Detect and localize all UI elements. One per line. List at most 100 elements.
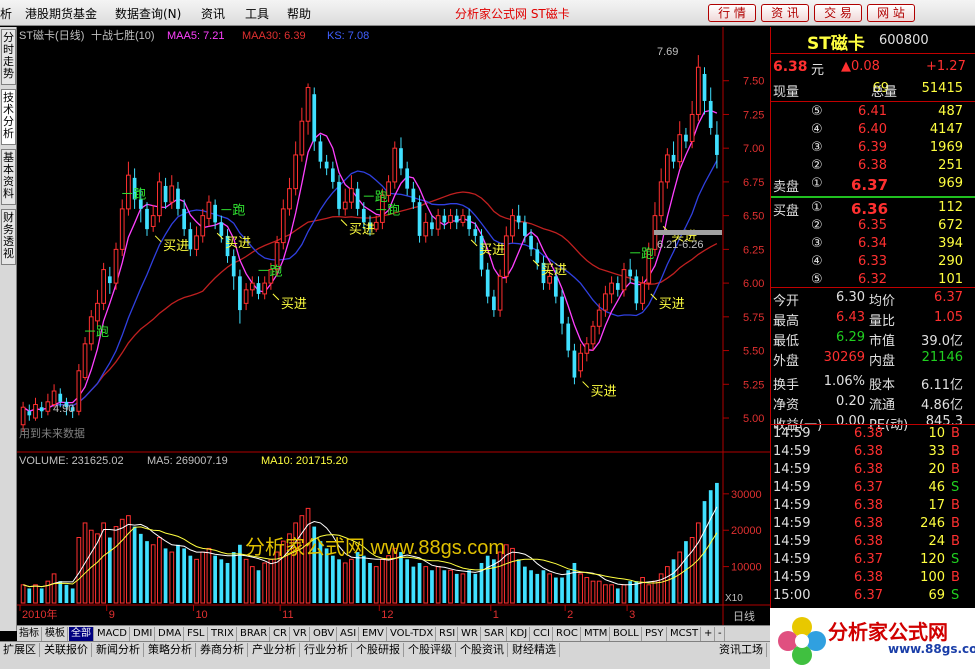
tick-row[interactable]: 14:59 6.38 10 B xyxy=(771,426,969,444)
quote-button[interactable]: 行 情 xyxy=(708,4,756,22)
stat-row[interactable]: 最高 6.43 量比 1.05 xyxy=(771,310,969,329)
indicator-tab[interactable]: SAR xyxy=(482,627,508,641)
indicator-tab[interactable]: ASI xyxy=(338,627,360,641)
bottom-tab[interactable]: 个股评级 xyxy=(405,643,456,657)
bid-row[interactable]: ③ 6.34 394 xyxy=(771,236,969,254)
candle-body xyxy=(337,181,341,209)
indicator-tab[interactable]: 模板 xyxy=(43,627,68,641)
run-signal-label: 跑 xyxy=(133,186,146,201)
indicator-tab[interactable]: 指标 xyxy=(17,627,42,641)
ask-price: 6.41 xyxy=(858,104,887,119)
tick-price: 6.38 xyxy=(854,462,883,477)
indicator-tab[interactable]: BRAR xyxy=(238,627,271,641)
bottom-tab[interactable]: 扩展区 xyxy=(0,643,40,657)
indicator-tab[interactable]: VOL-TDX xyxy=(388,627,437,641)
indicator-tab[interactable]: KDJ xyxy=(508,627,531,641)
indicator-tab[interactable]: DMA xyxy=(156,627,185,641)
bottom-tab[interactable]: 新闻分析 xyxy=(93,643,144,657)
volume-bar xyxy=(268,558,274,604)
indicator-tab[interactable]: CR xyxy=(271,627,290,641)
indicator-tab[interactable]: PSY xyxy=(643,627,667,641)
ask-label-row: 卖盘 xyxy=(771,176,969,195)
volume-bar xyxy=(603,584,608,604)
indicator-tab[interactable]: MCST xyxy=(668,627,702,641)
ask-row[interactable]: ④ 6.40 4147 xyxy=(771,122,969,140)
volume-bar xyxy=(473,573,478,603)
candle-body xyxy=(39,407,44,412)
ask-row[interactable]: ② 6.38 251 xyxy=(771,158,969,176)
stat-row[interactable]: 换手 1.06% 股本 6.11亿 xyxy=(771,374,969,393)
volume-bar xyxy=(492,559,496,603)
candle-body xyxy=(33,404,38,419)
tab-technical[interactable]: 技术分析 xyxy=(1,89,16,145)
bottom-tab[interactable]: 行业分析 xyxy=(301,643,352,657)
indicator-tab[interactable]: + xyxy=(702,627,716,641)
tick-row[interactable]: 14:59 6.38 17 B xyxy=(771,498,969,516)
bottom-tab[interactable]: 券商分析 xyxy=(197,643,248,657)
menu-item-data-query[interactable]: 数据查询(N) xyxy=(115,5,181,22)
tick-volume: 120 xyxy=(920,552,945,567)
tab-intraday[interactable]: 分时走势 xyxy=(1,29,16,85)
tick-row[interactable]: 14:59 6.37 46 S xyxy=(771,480,969,498)
bottom-tab[interactable]: 资讯工场 xyxy=(716,643,767,657)
tick-row[interactable]: 14:59 6.38 33 B xyxy=(771,444,969,462)
indicator-tab[interactable]: BOLL xyxy=(611,627,642,641)
bottom-tab[interactable]: 关联报价 xyxy=(41,643,92,657)
ask-row[interactable]: ⑤ 6.41 487 xyxy=(771,104,969,122)
menu-item-tools[interactable]: 工具 xyxy=(245,5,269,22)
candle-body xyxy=(664,154,670,183)
bottom-tab[interactable]: 产业分析 xyxy=(249,643,300,657)
indicator-tab[interactable]: 全部 xyxy=(69,627,94,641)
candle-body xyxy=(349,188,354,203)
indicator-tab[interactable]: MACD xyxy=(95,627,130,641)
news-button[interactable]: 资 讯 xyxy=(761,4,809,22)
range-bar xyxy=(654,230,722,235)
stat-row[interactable]: 今开 6.30 均价 6.37 xyxy=(771,290,969,309)
menu-item-analysis[interactable]: 析 xyxy=(0,5,12,22)
period-label[interactable]: 日线 xyxy=(733,609,755,623)
bottom-tab[interactable]: 个股研报 xyxy=(353,643,404,657)
website-button[interactable]: 网 站 xyxy=(867,4,915,22)
stat-row[interactable]: 最低 6.29 市值 39.0亿 xyxy=(771,330,969,349)
tab-fundamentals[interactable]: 基本资料 xyxy=(1,149,16,205)
ask-row[interactable]: ③ 6.39 1969 xyxy=(771,140,969,158)
indicator-tab[interactable]: VR xyxy=(291,627,310,641)
bottom-tab[interactable]: 财经精选 xyxy=(509,643,560,657)
tick-row[interactable]: 14:59 6.38 24 B xyxy=(771,534,969,552)
indicator-tab[interactable]: WR xyxy=(459,627,481,641)
candle-body xyxy=(628,269,633,277)
menu-item-news[interactable]: 资讯 xyxy=(201,5,225,22)
tick-row[interactable]: 14:59 6.37 120 S xyxy=(771,552,969,570)
bottom-tab[interactable]: 个股资讯 xyxy=(457,643,508,657)
tick-row[interactable]: 14:59 6.38 246 B xyxy=(771,516,969,534)
kline-chart[interactable]: 买进 买进买进买进买进买进买进买进买进跑跑跑跑跑跑跑 ST磁卡(日线) 十战七胜(… xyxy=(17,27,770,625)
bid-row[interactable]: ④ 6.33 290 xyxy=(771,254,969,272)
candle-body xyxy=(200,215,206,237)
total-vol: 51415 xyxy=(921,81,963,96)
indicator-tab[interactable]: MTM xyxy=(582,627,611,641)
volume-bar xyxy=(225,562,230,603)
indicator-tab[interactable]: ROC xyxy=(554,627,581,641)
bid-row[interactable]: ② 6.35 672 xyxy=(771,218,969,236)
indicator-tab[interactable]: DMI xyxy=(131,627,156,641)
tab-financials[interactable]: 财务透视 xyxy=(1,209,16,265)
trade-button[interactable]: 交 易 xyxy=(814,4,862,22)
indicator-tab[interactable]: TRIX xyxy=(209,627,237,641)
stat-row[interactable]: 净资 0.20 流通 4.86亿 xyxy=(771,394,969,413)
bid-index: ⑤ xyxy=(811,272,823,287)
indicator-tab[interactable]: FSL xyxy=(185,627,208,641)
tick-row[interactable]: 15:00 6.37 69 S xyxy=(771,588,969,606)
bottom-tab[interactable]: 策略分析 xyxy=(145,643,196,657)
menu-item-help[interactable]: 帮助 xyxy=(287,5,311,22)
tick-row[interactable]: 14:59 6.38 20 B xyxy=(771,462,969,480)
indicator-tab[interactable]: EMV xyxy=(360,627,387,641)
indicator-tab[interactable]: RSI xyxy=(437,627,459,641)
chart-area[interactable]: 买进 买进 买进 买进 买进 买进 买进 买进 买进跑跑跑跑跑跑跑 ST磁卡(日线) 十战七胜(… xyxy=(17,27,770,625)
indicator-tab[interactable]: OBV xyxy=(311,627,338,641)
indicator-tab[interactable]: CCI xyxy=(531,627,553,641)
ask-index: ④ xyxy=(811,122,823,137)
stat-row[interactable]: 外盘 30269 内盘 21146 xyxy=(771,350,969,369)
tick-row[interactable]: 14:59 6.38 100 B xyxy=(771,570,969,588)
indicator-tab[interactable]: - xyxy=(716,627,725,641)
menu-item-hk-futures[interactable]: 港股期货基金 xyxy=(25,5,97,22)
